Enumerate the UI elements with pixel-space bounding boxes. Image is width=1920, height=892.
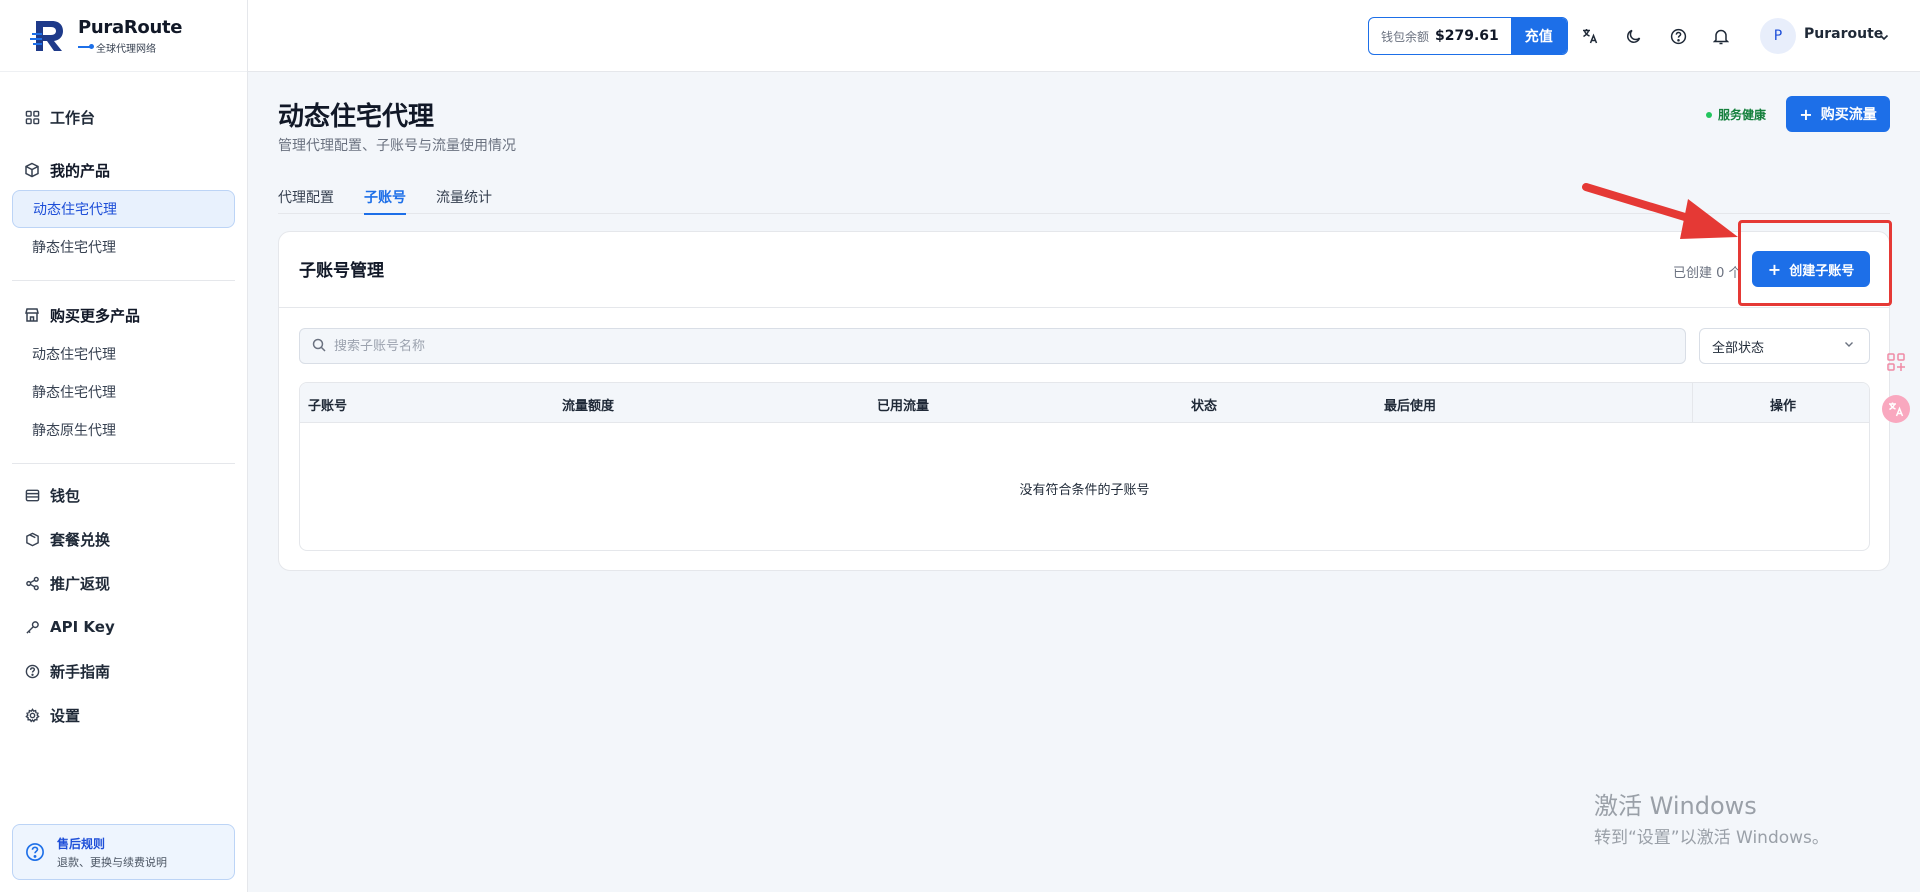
sidebar-item-label: 工作台: [50, 108, 96, 127]
sidebar-item-dashboard[interactable]: 工作台: [12, 98, 235, 136]
sidebar-item-dynamic-residential[interactable]: 动态住宅代理: [12, 190, 235, 228]
sidebar-item-static-residential[interactable]: 静态住宅代理: [12, 228, 235, 266]
wallet-icon: [24, 487, 40, 503]
subaccount-table: 子账号 流量额度 已用流量 状态 最后使用 操作 没有符合条件的子账号: [299, 382, 1870, 551]
help-card-desc: 退款、更换与续费说明: [57, 855, 167, 869]
sidebar: PuraRoute 全球代理网络 工作台 我的产品 动态住宅代理 静态住宅代理 …: [0, 0, 248, 892]
sidebar-item-buy-dynamic-residential[interactable]: 动态住宅代理: [12, 335, 235, 373]
after-sales-card[interactable]: 售后规则 退款、更换与续费说明: [12, 824, 235, 880]
avatar[interactable]: P: [1760, 18, 1796, 54]
col-actions: 操作: [1770, 399, 1797, 414]
sidebar-item-referral[interactable]: 推广返现: [12, 564, 235, 602]
help-circle-icon: [25, 842, 45, 862]
key-icon: [24, 619, 40, 635]
brand-name: PuraRoute: [78, 16, 183, 38]
help-card-title: 售后规则: [57, 836, 106, 851]
apps-icon[interactable]: [1882, 348, 1910, 376]
sidebar-item-buy-static-native[interactable]: 静态原生代理: [12, 411, 235, 449]
translate-float-icon[interactable]: [1882, 395, 1910, 423]
col-used: 已用流量: [877, 399, 930, 414]
brand-tagline: 全球代理网络: [78, 40, 182, 55]
chevron-down-icon[interactable]: [1878, 28, 1890, 47]
wallet-balance: 钱包余额 $279.61 充值: [1368, 17, 1568, 55]
col-status: 状态: [1191, 399, 1218, 414]
help-circle-icon: [24, 663, 40, 679]
tab-subaccounts[interactable]: 子账号: [364, 180, 406, 215]
logo[interactable]: PuraRoute 全球代理网络: [0, 0, 247, 72]
wallet-amount: $279.61: [1435, 28, 1499, 44]
plus-icon: +: [1799, 104, 1813, 124]
card-title: 子账号管理: [299, 261, 384, 281]
box-icon: [24, 162, 40, 178]
sidebar-section-my-products: 我的产品: [12, 150, 235, 190]
share-icon: [24, 575, 40, 591]
buy-traffic-button[interactable]: + 购买流量: [1786, 96, 1890, 132]
sidebar-item-api-key[interactable]: API Key: [12, 608, 235, 646]
sidebar-item-settings[interactable]: 设置: [12, 696, 235, 734]
search-input[interactable]: [334, 338, 1634, 354]
grid-icon: [24, 109, 40, 125]
sidebar-item-package-redeem[interactable]: 套餐兑换: [12, 520, 235, 558]
service-health-badge: 服务健康: [1706, 106, 1766, 123]
table-header: 子账号 流量额度 已用流量 状态 最后使用 操作: [300, 383, 1869, 423]
package-icon: [24, 531, 40, 547]
windows-activation-watermark: 激活 Windows 转到“设置”以激活 Windows。: [1594, 792, 1829, 848]
status-dot: [1706, 111, 1712, 118]
search-icon: [312, 337, 326, 356]
chevron-down-icon: [1843, 338, 1855, 354]
annotation-highlight-box: [1738, 220, 1892, 306]
status-filter-select[interactable]: 全部状态: [1699, 328, 1870, 364]
search-box: [299, 328, 1686, 364]
sidebar-item-wallet[interactable]: 钱包: [12, 476, 235, 514]
divider: [12, 463, 235, 464]
gear-icon: [24, 707, 40, 723]
help-circle-icon[interactable]: [1668, 26, 1688, 46]
topbar: 钱包余额 $279.61 充值 P Puraroute: [248, 0, 1920, 72]
translate-icon[interactable]: [1580, 26, 1600, 46]
sidebar-item-guide[interactable]: 新手指南: [12, 652, 235, 690]
store-icon: [24, 307, 40, 323]
col-subaccount: 子账号: [308, 399, 348, 414]
annotation-arrow: [1582, 183, 1738, 239]
user-name[interactable]: Puraroute: [1804, 26, 1883, 42]
bell-icon[interactable]: [1711, 26, 1731, 46]
logo-icon: [30, 17, 68, 55]
subaccount-card: 子账号管理 已创建 0 个 +创建子账号 全部状态 子账号 流量额度 已用流量 …: [278, 231, 1890, 571]
col-quota: 流量额度: [562, 399, 615, 414]
recharge-button[interactable]: 充值: [1510, 18, 1567, 54]
wallet-label: 钱包余额: [1381, 29, 1430, 44]
tab-proxy-config[interactable]: 代理配置: [278, 180, 334, 214]
moon-icon[interactable]: [1624, 26, 1644, 46]
tab-traffic-stats[interactable]: 流量统计: [436, 180, 492, 214]
created-count: 已创建 0 个: [1673, 266, 1742, 281]
sidebar-item-buy-static-residential[interactable]: 静态住宅代理: [12, 373, 235, 411]
page-title: 动态住宅代理: [278, 102, 435, 132]
sidebar-section-buy-more: 购买更多产品: [12, 295, 235, 335]
empty-state: 没有符合条件的子账号: [1019, 483, 1150, 498]
page-subtitle: 管理代理配置、子账号与流量使用情况: [278, 138, 516, 154]
divider: [12, 280, 235, 281]
sidebar-nav: 工作台 我的产品 动态住宅代理 静态住宅代理 购买更多产品 动态住宅代理 静态住…: [0, 72, 247, 734]
col-last-used: 最后使用: [1384, 399, 1437, 414]
